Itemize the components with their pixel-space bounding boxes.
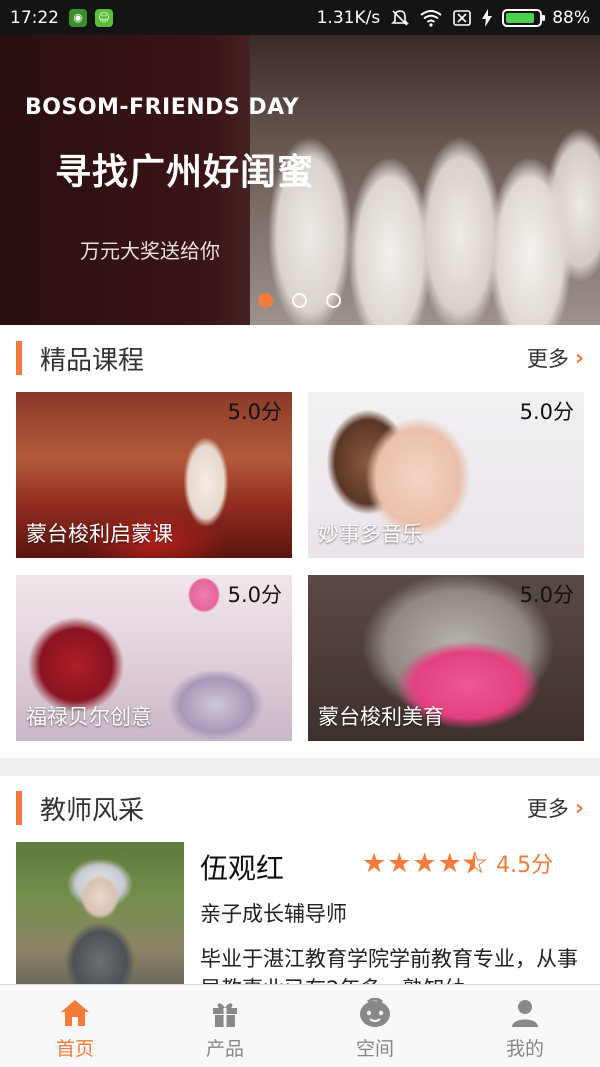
teacher-role: 亲子成长辅导师 — [200, 902, 347, 926]
courses-section-title: 精品课程 — [40, 345, 145, 376]
bottom-nav: 首页 产品 空间 我的 — [0, 984, 600, 1067]
course-name: 福禄贝尔创意 — [26, 705, 152, 729]
banner-subtitle: 万元大奖送给你 — [80, 239, 220, 263]
chevron-right-icon: › — [574, 795, 584, 821]
promo-banner[interactable]: BOSOM-FRIENDS DAY 寻找广州好闺蜜 万元大奖送给你 — [0, 35, 600, 325]
course-score: 5.0分 — [227, 583, 282, 607]
status-time: 17:22 — [10, 7, 59, 28]
teacher-photo[interactable] — [16, 842, 184, 984]
nav-home[interactable]: 首页 — [0, 985, 150, 1067]
course-score: 5.0分 — [519, 583, 574, 607]
teacher-description: 毕业于湛江教育学院学前教育专业，从事早教事业已有2年多，熟知幼 — [200, 947, 578, 984]
gift-icon — [208, 996, 242, 1030]
course-name: 蒙台梭利启蒙课 — [26, 522, 173, 546]
section-accent-bar — [16, 341, 22, 375]
kid-face-icon — [358, 996, 392, 1030]
course-card[interactable]: 5.0分 妙事多音乐 — [308, 392, 584, 558]
star-icon: ★ — [462, 847, 488, 879]
charging-icon — [482, 8, 493, 27]
banner-title-en: BOSOM-FRIENDS DAY — [25, 95, 300, 120]
teacher-name[interactable]: 伍观红 — [200, 847, 284, 887]
wifi-icon — [420, 9, 442, 27]
nav-space[interactable]: 空间 — [300, 985, 450, 1067]
home-icon — [58, 996, 92, 1030]
banner-dot[interactable] — [292, 293, 307, 308]
rating-stars: ★★★★★ — [362, 847, 488, 879]
nav-label: 空间 — [355, 1037, 394, 1060]
nav-label: 首页 — [55, 1037, 94, 1060]
mute-icon — [391, 9, 410, 26]
user-icon — [508, 996, 542, 1030]
chevron-right-icon: › — [574, 345, 584, 371]
teachers-more-button[interactable]: 更多 › — [527, 793, 584, 823]
app-notification-icon: ◉ — [69, 8, 87, 27]
banner-dot[interactable] — [258, 293, 273, 308]
course-card[interactable]: 5.0分 蒙台梭利美育 — [308, 575, 584, 741]
teachers-section-title: 教师风采 — [40, 795, 145, 826]
banner-title-cn: 寻找广州好闺蜜 — [55, 152, 315, 193]
more-label: 更多 — [526, 797, 569, 821]
star-icon: ★ — [412, 847, 437, 879]
course-name: 蒙台梭利美育 — [318, 705, 444, 729]
course-score: 5.0分 — [519, 400, 574, 424]
banner-pager — [258, 293, 341, 308]
courses-more-button[interactable]: 更多 › — [527, 343, 584, 373]
section-divider — [0, 758, 600, 776]
android-notification-icon: ☺ — [95, 8, 113, 27]
teacher-rating-score: 4.5分 — [496, 853, 554, 878]
star-icon: ★ — [387, 847, 412, 879]
teachers-section-header: 教师风采 更多 › — [0, 778, 600, 838]
battery-percent: 88% — [552, 7, 590, 28]
battery-icon — [502, 8, 546, 27]
teacher-rating: ★★★★★ 4.5分 — [362, 847, 553, 879]
nav-mine[interactable]: 我的 — [450, 985, 600, 1067]
nav-label: 产品 — [205, 1037, 244, 1060]
course-card[interactable]: 5.0分 福禄贝尔创意 — [16, 575, 292, 741]
course-name: 妙事多音乐 — [318, 522, 423, 546]
course-score: 5.0分 — [227, 400, 282, 424]
course-card[interactable]: 5.0分 蒙台梭利启蒙课 — [16, 392, 292, 558]
section-accent-bar — [16, 791, 22, 825]
star-icon: ★ — [437, 847, 462, 879]
courses-section-header: 精品课程 更多 › — [0, 328, 600, 388]
nav-products[interactable]: 产品 — [150, 985, 300, 1067]
banner-dot[interactable] — [326, 293, 341, 308]
status-bar: 17:22 ◉ ☺ 1.31K/s 88% — [0, 0, 600, 35]
star-icon: ★ — [362, 847, 387, 879]
network-speed: 1.31K/s — [316, 7, 381, 28]
nav-label: 我的 — [505, 1037, 544, 1060]
more-label: 更多 — [526, 347, 569, 371]
no-sim-icon — [453, 9, 472, 26]
